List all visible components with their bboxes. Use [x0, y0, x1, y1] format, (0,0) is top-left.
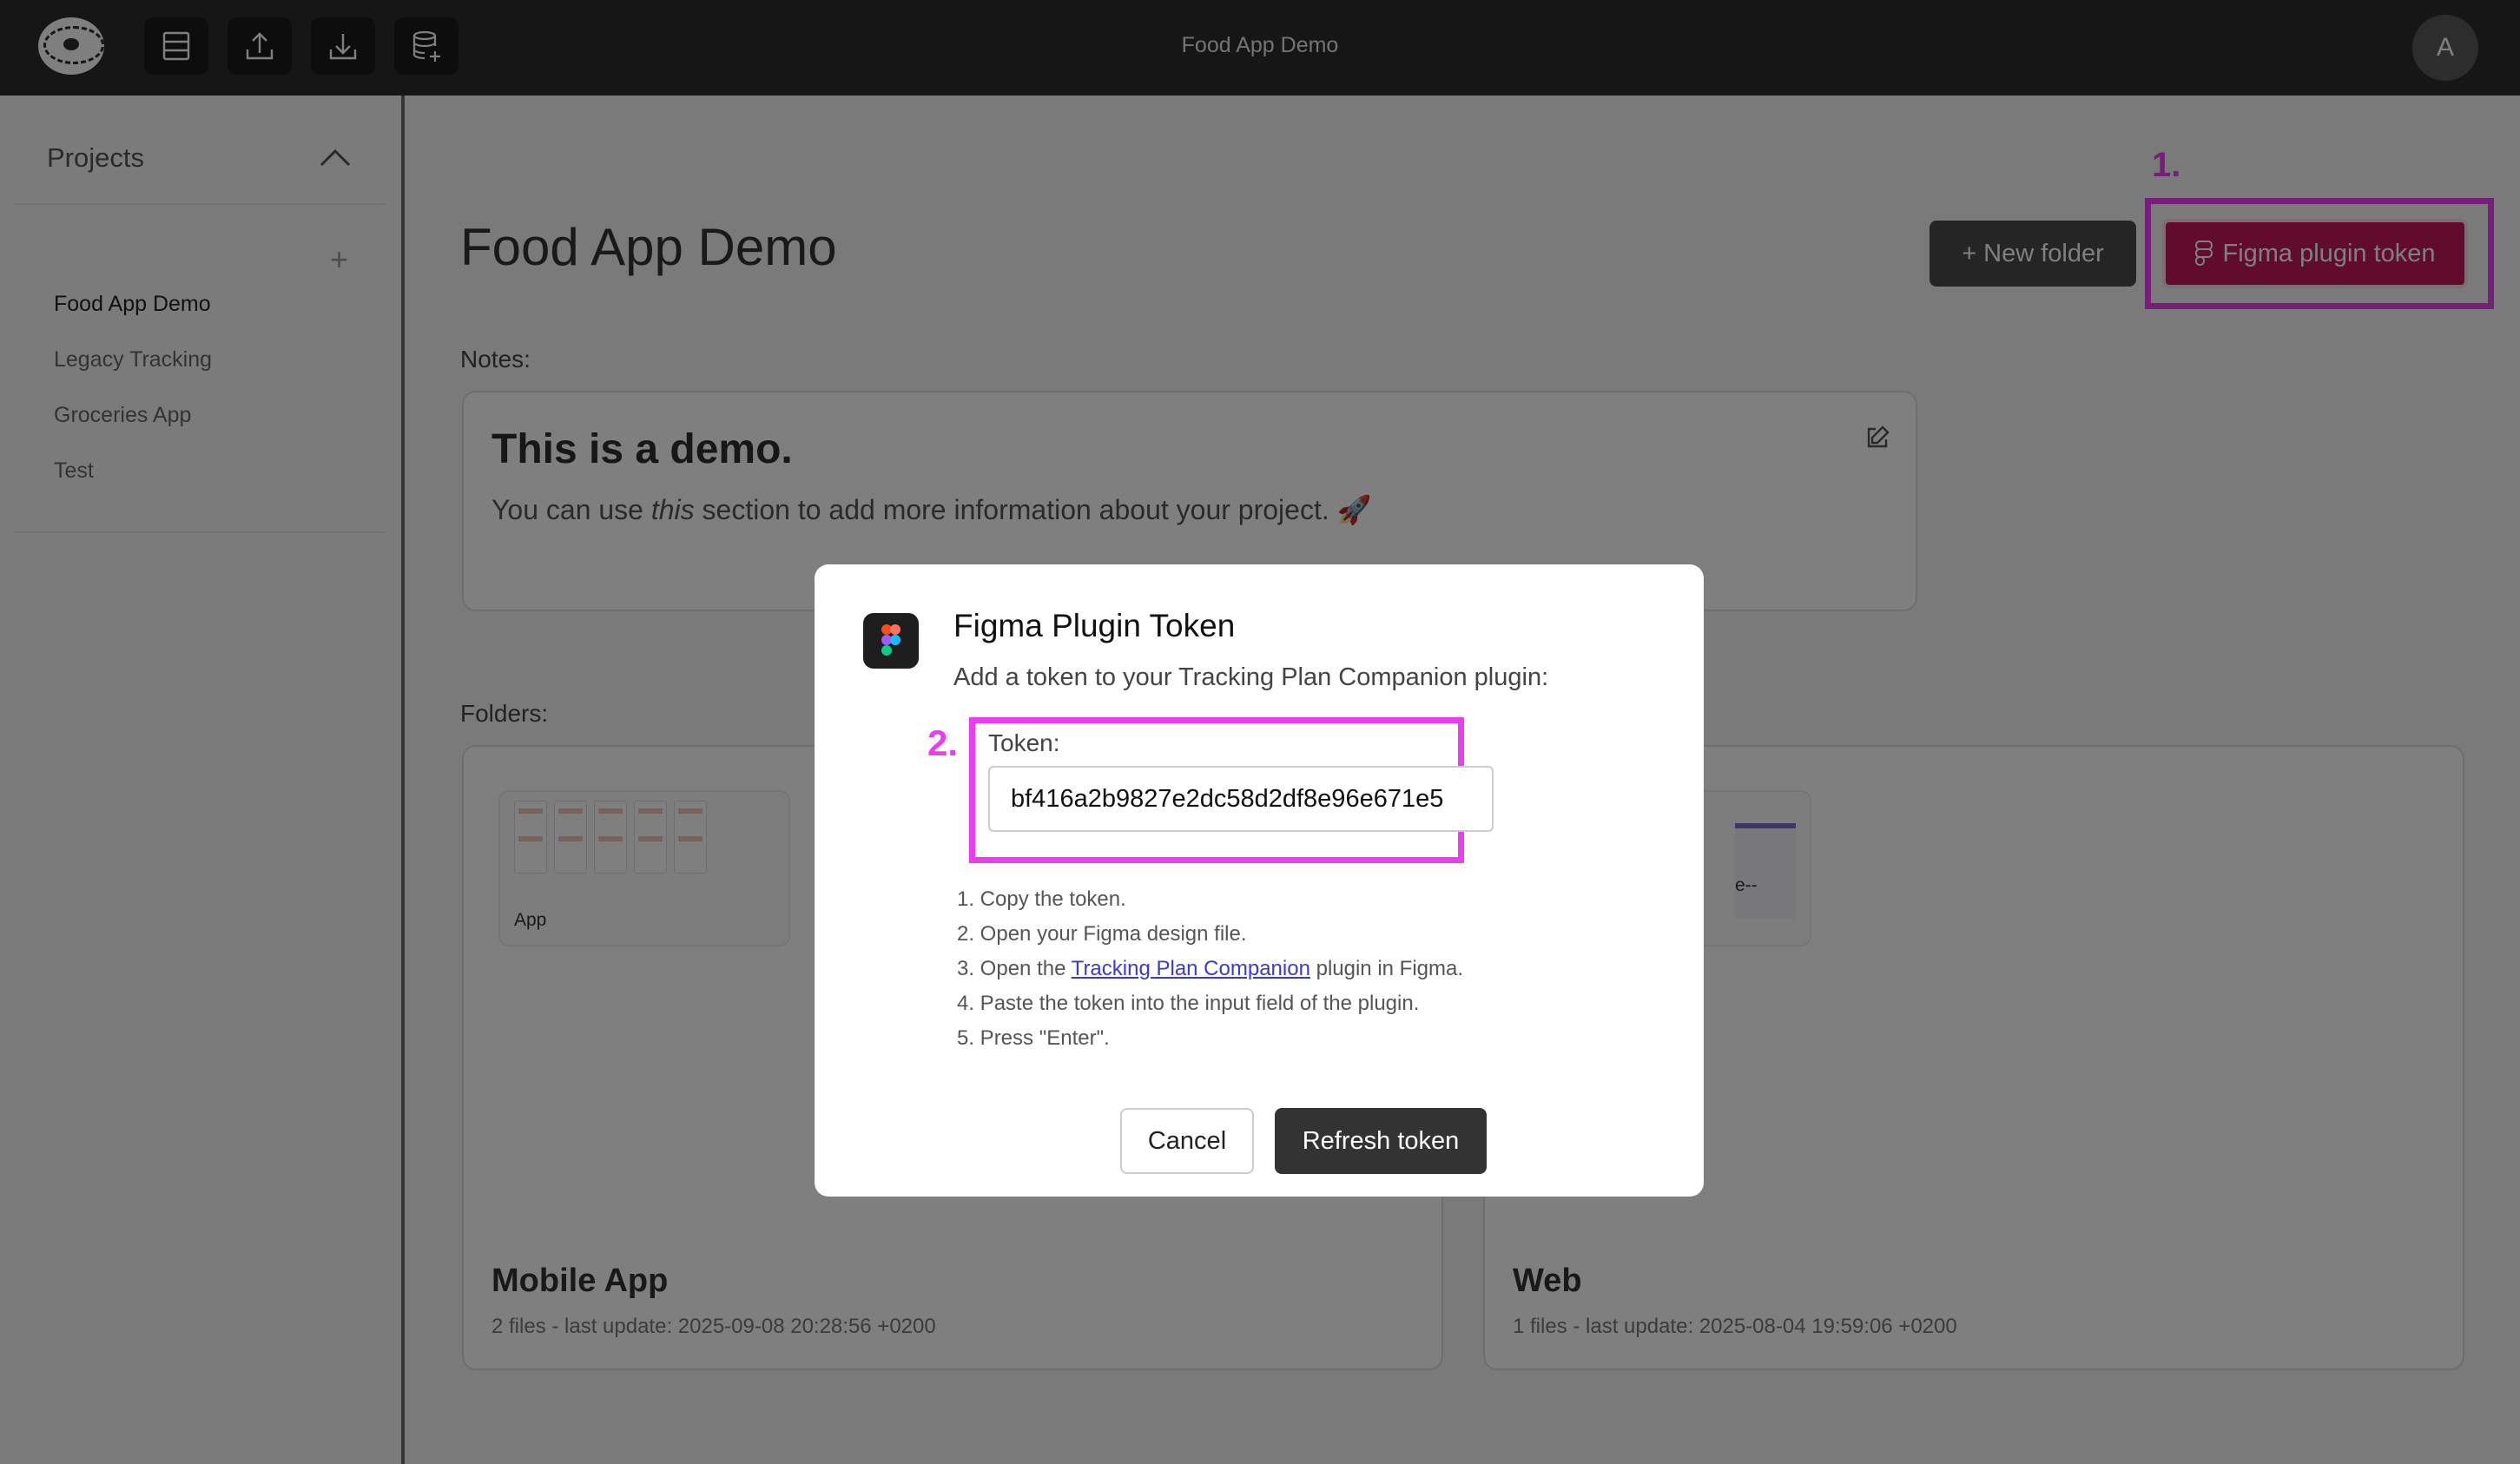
- cancel-button[interactable]: Cancel: [1120, 1108, 1254, 1174]
- token-input[interactable]: [988, 766, 1494, 832]
- modal-title: Figma Plugin Token: [953, 608, 1236, 643]
- figma-logo-icon: [863, 613, 919, 669]
- step-item: 3. Open the Tracking Plan Companion plug…: [957, 957, 1464, 980]
- step-item: 1. Copy the token.: [957, 887, 1126, 911]
- instruction-steps: 1. Copy the token. 2. Open your Figma de…: [957, 887, 1463, 1061]
- modal-subtitle: Add a token to your Tracking Plan Compan…: [953, 663, 1549, 691]
- annotation-step-2: 2.: [927, 722, 959, 763]
- step-item: 2. Open your Figma design file.: [957, 922, 1247, 946]
- token-label: Token:: [988, 729, 1060, 756]
- step-item: 5. Press "Enter".: [957, 1026, 1110, 1050]
- tracking-plan-companion-link[interactable]: Tracking Plan Companion: [1072, 957, 1310, 980]
- step-item: 4. Paste the token into the input field …: [957, 992, 1420, 1015]
- refresh-token-button[interactable]: Refresh token: [1275, 1108, 1487, 1174]
- figma-token-modal: Figma Plugin Token Add a token to your T…: [815, 564, 1704, 1197]
